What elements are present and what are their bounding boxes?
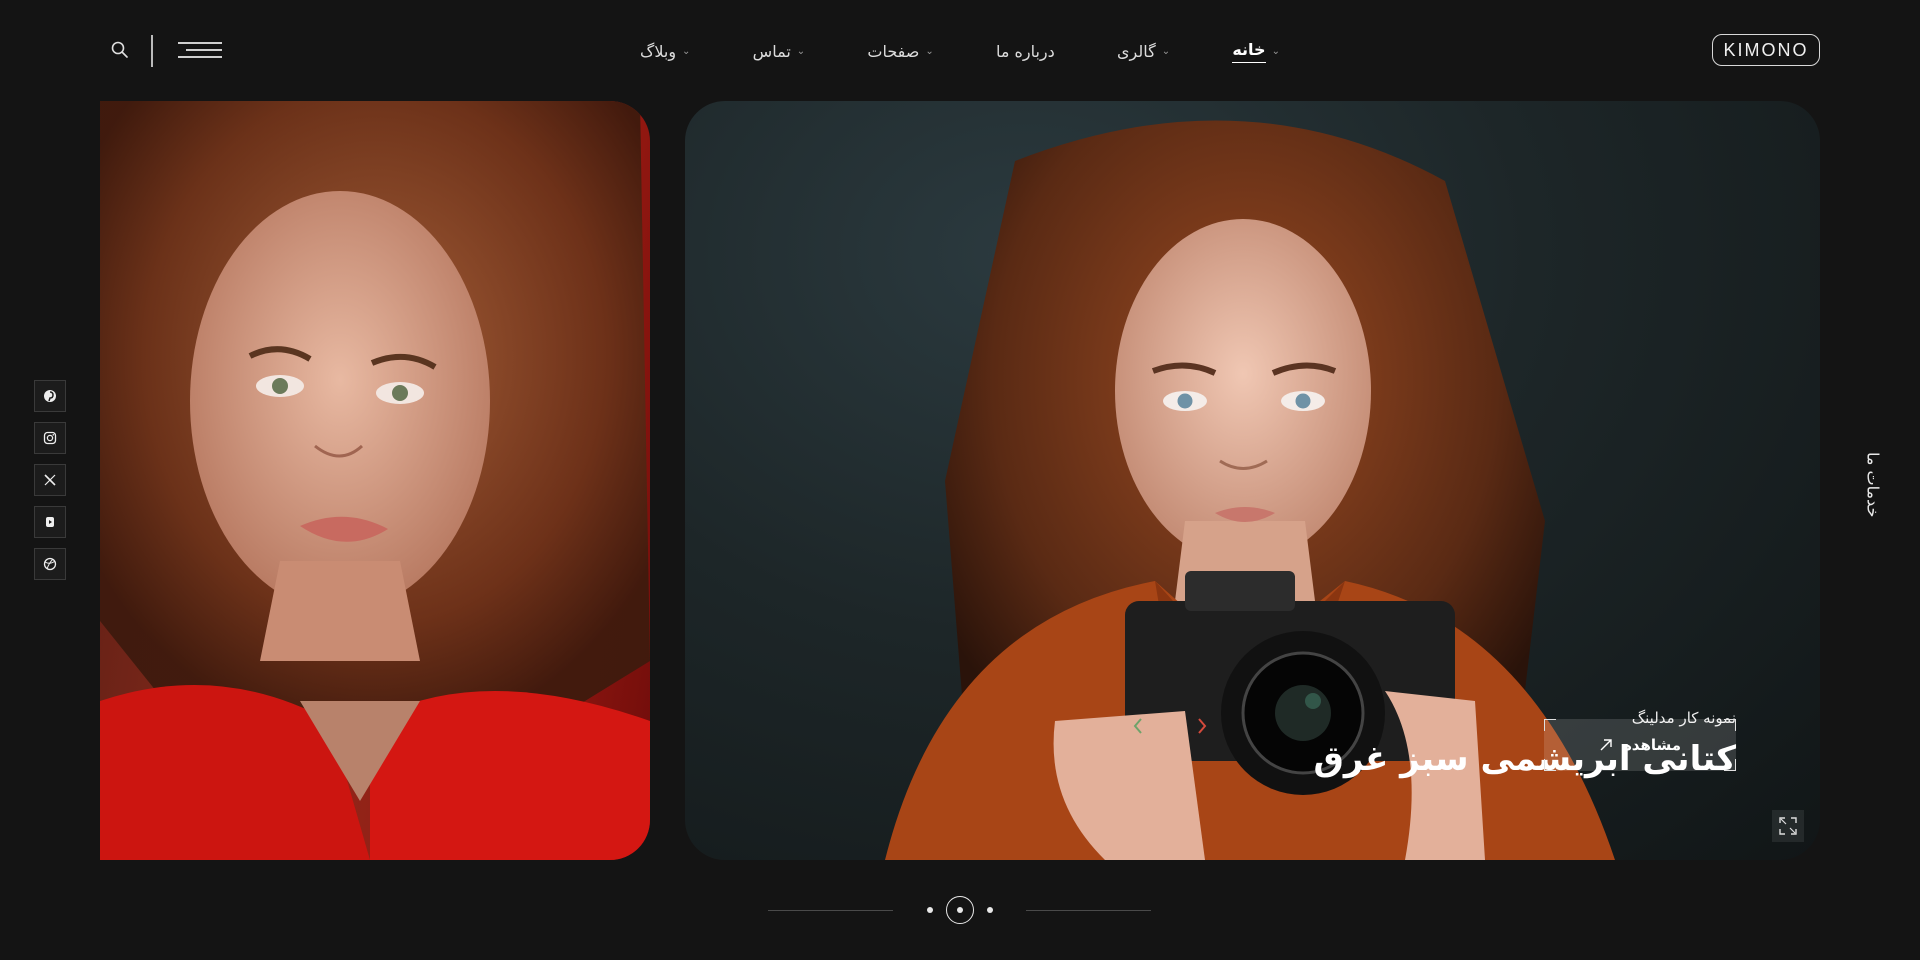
- fullscreen-button[interactable]: [1772, 810, 1804, 842]
- nav-label: تماس: [752, 41, 791, 61]
- corner-mark: [1544, 759, 1556, 771]
- corner-mark: [1724, 759, 1736, 771]
- hamburger-icon[interactable]: [176, 40, 222, 60]
- nav-label: گالری: [1116, 41, 1156, 61]
- nav-item-home[interactable]: خانه ⌄: [1232, 40, 1280, 63]
- chevron-right-icon: [1198, 718, 1207, 734]
- corner-mark: [1724, 719, 1736, 731]
- logo-text: KIMONO: [1723, 39, 1809, 60]
- pagination-dot-3[interactable]: [987, 907, 993, 913]
- main-nav: خانه ⌄ گالری ⌄ درباره ما صفحات ⌄ تماس ⌄ …: [640, 36, 1280, 66]
- slide-preview-left[interactable]: [100, 101, 650, 860]
- site-header: KIMONO خانه ⌄ گالری ⌄ درباره ما صفحات ⌄ …: [0, 0, 1920, 100]
- view-button[interactable]: مشاهده: [1544, 719, 1736, 771]
- pagination-line-right: [1026, 910, 1151, 911]
- chevron-down-icon: ⌄: [796, 45, 806, 57]
- dribbble-icon[interactable]: [34, 548, 66, 580]
- slider-prev-arrow[interactable]: [1190, 714, 1214, 738]
- chevron-down-icon: ⌄: [925, 45, 934, 57]
- expand-icon: [1779, 817, 1797, 835]
- nav-item-pages[interactable]: صفحات ⌄: [867, 42, 933, 61]
- nav-item-gallery[interactable]: گالری ⌄: [1117, 42, 1170, 61]
- nav-item-blog[interactable]: وبلاگ ⌄: [640, 42, 690, 61]
- site-logo[interactable]: KIMONO: [1712, 34, 1820, 66]
- nav-item-about[interactable]: درباره ما: [996, 42, 1055, 61]
- arrow-up-right-icon: [1600, 739, 1612, 751]
- chevron-down-icon: ⌄: [1161, 45, 1171, 57]
- pagination-dot-2-active[interactable]: [946, 896, 974, 924]
- services-label: خدمات ما: [1863, 452, 1883, 518]
- slider-next-arrow[interactable]: [1126, 714, 1150, 738]
- nav-item-contact[interactable]: تماس ⌄: [753, 42, 806, 61]
- x-icon[interactable]: [34, 464, 66, 496]
- youtube-icon[interactable]: [34, 506, 66, 538]
- pagination-line-left: [768, 910, 893, 911]
- pinterest-icon[interactable]: [34, 380, 66, 412]
- nav-label: خانه: [1232, 40, 1266, 63]
- social-links: [34, 380, 66, 580]
- nav-label: وبلاگ: [640, 41, 677, 61]
- chevron-down-icon: ⌄: [682, 45, 691, 57]
- chevron-left-icon: [1133, 718, 1142, 734]
- services-side-link[interactable]: خدمات ما: [1858, 440, 1888, 530]
- chevron-down-icon: ⌄: [1271, 45, 1280, 57]
- corner-mark: [1544, 719, 1556, 731]
- nav-label: درباره ما: [995, 41, 1055, 61]
- instagram-icon[interactable]: [34, 422, 66, 454]
- nav-label: صفحات: [867, 41, 920, 61]
- search-icon[interactable]: [110, 40, 130, 60]
- portrait-red-image: [100, 101, 650, 860]
- header-divider: [151, 35, 153, 67]
- pagination-dot-1[interactable]: [927, 907, 933, 913]
- view-button-label: مشاهده: [1622, 736, 1682, 754]
